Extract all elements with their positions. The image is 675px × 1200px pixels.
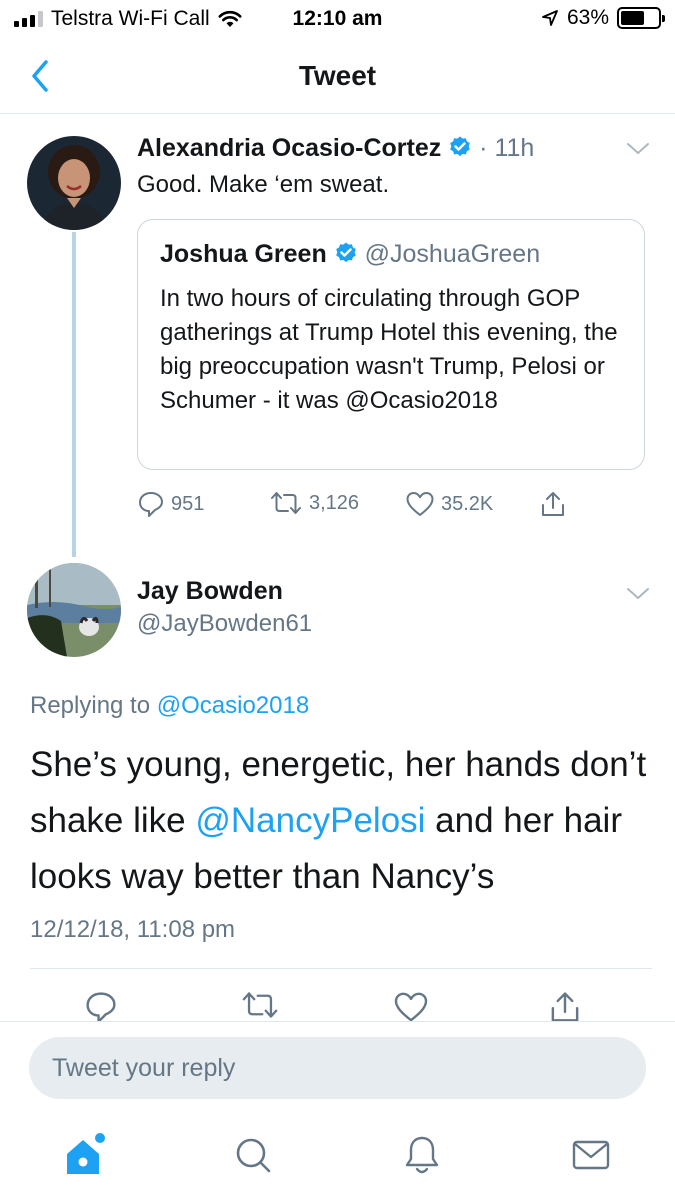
- like-button[interactable]: [393, 990, 429, 1022]
- retweet-icon: [242, 992, 278, 1018]
- retweet-button[interactable]: 3,126: [269, 490, 359, 516]
- reply-input[interactable]: Tweet your reply: [29, 1037, 646, 1099]
- status-bar: Telstra Wi-Fi Call 12:10 am 63%: [0, 0, 675, 40]
- tweet2-author-handle[interactable]: @JayBowden61: [137, 610, 312, 638]
- battery-percent: 63%: [566, 6, 609, 29]
- home-icon: [67, 1133, 105, 1174]
- tweet2-menu-button[interactable]: [626, 587, 650, 606]
- like-count: 35.2K: [441, 492, 494, 515]
- tweet1-header: Alexandria Ocasio-Cortez · 11h: [137, 134, 534, 163]
- quote-header: Joshua Green @JoshuaGreen: [160, 240, 540, 269]
- tweet1-text: Good. Make ‘em sweat.: [137, 171, 390, 198]
- tab-home[interactable]: [60, 1130, 110, 1180]
- tweet1-menu-button[interactable]: [626, 142, 650, 161]
- search-icon: [236, 1138, 271, 1173]
- tweet1-author-name[interactable]: Alexandria Ocasio-Cortez: [137, 134, 441, 162]
- share-button[interactable]: [539, 490, 567, 518]
- messages-icon: [572, 1140, 610, 1170]
- avatar-image: [27, 136, 121, 230]
- tab-messages[interactable]: [566, 1130, 616, 1180]
- avatar-tweet2[interactable]: [27, 563, 121, 657]
- reply-icon: [86, 992, 116, 1022]
- verified-badge-icon: [335, 242, 356, 263]
- quote-author-name: Joshua Green: [160, 240, 327, 268]
- notifications-icon: [405, 1136, 439, 1174]
- avatar-tweet1[interactable]: [27, 136, 121, 230]
- reply-icon: [139, 492, 163, 517]
- retweet-button[interactable]: [240, 990, 280, 1020]
- page-title: Tweet: [298, 60, 377, 91]
- replying-prefix: Replying to: [30, 692, 151, 719]
- tab-bar: [0, 1122, 675, 1192]
- mention-link[interactable]: @NancyPelosi: [195, 801, 425, 840]
- avatar-image: [27, 563, 121, 657]
- verified-badge-icon: [450, 136, 471, 157]
- share-icon: [542, 492, 564, 516]
- tab-notifications[interactable]: [397, 1130, 447, 1180]
- reply-placeholder: Tweet your reply: [52, 1053, 236, 1082]
- retweet-count: 3,126: [309, 491, 360, 514]
- location-arrow-icon: [542, 10, 558, 26]
- chevron-down-icon: [627, 588, 649, 599]
- time-separator: ·: [479, 134, 488, 162]
- quote-author-handle: @JoshuaGreen: [364, 240, 541, 268]
- tweet1-actions: 951 3,126 35.2K: [137, 490, 645, 526]
- replying-handle-link[interactable]: @Ocasio2018: [157, 692, 309, 719]
- tweet2-timestamp: 12/12/18, 11:08 pm: [30, 916, 236, 943]
- tweet2-text: She’s young, energetic, her hands don’t …: [30, 737, 650, 905]
- tab-search[interactable]: [228, 1130, 278, 1180]
- battery-icon: [617, 7, 665, 29]
- quote-text: In two hours of circulating through GOP …: [160, 285, 618, 414]
- navigation-header: Tweet: [0, 40, 675, 114]
- retweet-icon: [271, 492, 301, 514]
- tweet2-author-name[interactable]: Jay Bowden: [137, 577, 283, 606]
- status-bar-right: 63%: [541, 6, 665, 30]
- heart-icon: [406, 492, 434, 516]
- reply-count: 951: [171, 492, 205, 515]
- chevron-down-icon: [627, 143, 649, 154]
- like-button[interactable]: 35.2K: [405, 490, 493, 518]
- reply-button[interactable]: [84, 990, 118, 1022]
- reply-button[interactable]: 951: [137, 490, 204, 518]
- share-icon: [551, 992, 579, 1022]
- share-button[interactable]: [548, 990, 582, 1022]
- tweet2-actions: [0, 986, 675, 1022]
- replying-to: Replying to @Ocasio2018: [30, 692, 309, 720]
- divider: [30, 968, 652, 969]
- heart-icon: [394, 992, 428, 1022]
- thread-line: [72, 232, 76, 557]
- quoted-tweet-card[interactable]: Joshua Green @JoshuaGreen In two hours o…: [137, 219, 645, 470]
- bottom-bar: Tweet your reply: [0, 1021, 675, 1200]
- tweet1-time: 11h: [494, 134, 535, 162]
- battery-level: [621, 11, 644, 25]
